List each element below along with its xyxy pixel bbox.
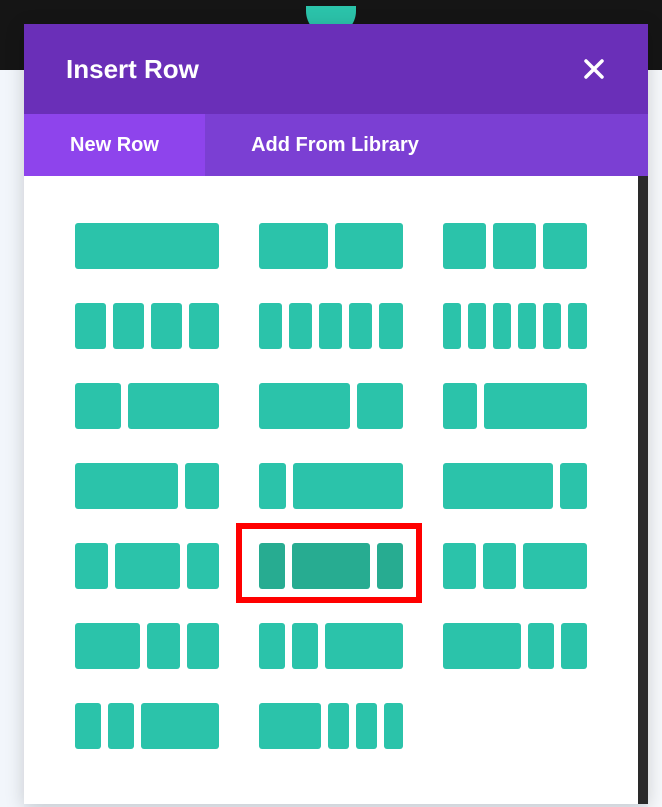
layout-column-block	[259, 463, 286, 509]
row-layout-option[interactable]	[75, 623, 219, 669]
row-layout-option[interactable]	[443, 543, 587, 589]
row-layout-option[interactable]	[259, 223, 403, 269]
layout-column-block	[75, 703, 101, 749]
layout-column-block	[384, 703, 403, 749]
layout-column-block	[259, 303, 282, 349]
layout-column-block	[75, 223, 219, 269]
layout-column-block	[289, 303, 312, 349]
row-layout-option[interactable]	[443, 623, 587, 669]
layout-column-block	[259, 383, 350, 429]
row-layout-option[interactable]	[443, 383, 587, 429]
modal-tabs: New Row Add From Library	[24, 114, 648, 176]
layout-column-block	[543, 303, 561, 349]
layout-column-block	[468, 303, 486, 349]
layout-column-block	[443, 543, 476, 589]
layout-column-block	[128, 383, 219, 429]
layout-column-block	[147, 623, 180, 669]
layout-column-block	[443, 623, 521, 669]
close-icon[interactable]	[580, 55, 608, 83]
layout-column-block	[493, 303, 511, 349]
selection-highlight	[236, 523, 422, 603]
layout-column-block	[561, 623, 587, 669]
layout-column-block	[443, 383, 477, 429]
layout-column-block	[141, 703, 219, 749]
layout-column-block	[293, 463, 403, 509]
layout-grid	[24, 176, 648, 804]
layout-column-block	[259, 703, 321, 749]
tab-new-row[interactable]: New Row	[24, 114, 205, 176]
row-layout-option[interactable]	[75, 383, 219, 429]
row-layout-option[interactable]	[75, 543, 219, 589]
modal-header: Insert Row	[24, 24, 648, 114]
layout-column-block	[75, 303, 106, 349]
layout-column-block	[259, 623, 285, 669]
layout-column-block	[259, 223, 328, 269]
layout-column-block	[493, 223, 536, 269]
layout-column-block	[75, 463, 178, 509]
row-layout-option[interactable]	[75, 223, 219, 269]
row-layout-option[interactable]	[443, 463, 587, 509]
page-background-right	[648, 70, 662, 807]
layout-column-block	[357, 383, 403, 429]
row-layout-option[interactable]	[259, 463, 403, 509]
layout-column-block	[523, 543, 587, 589]
layout-column-block	[75, 543, 108, 589]
row-layout-option[interactable]	[75, 303, 219, 349]
row-layout-option[interactable]	[75, 463, 219, 509]
layout-column-block	[335, 223, 403, 269]
layout-column-block	[560, 463, 587, 509]
page-background-left	[0, 70, 24, 807]
layout-column-block	[528, 623, 554, 669]
layout-column-block	[443, 303, 461, 349]
layout-column-block	[75, 623, 140, 669]
layout-column-block	[568, 303, 587, 349]
row-layout-option[interactable]	[259, 703, 403, 749]
layout-column-block	[187, 543, 219, 589]
layout-column-block	[379, 303, 403, 349]
layout-column-block	[484, 383, 587, 429]
layout-column-block	[113, 303, 144, 349]
layout-column-block	[115, 543, 180, 589]
layout-column-block	[189, 303, 219, 349]
layout-column-block	[328, 703, 349, 749]
tab-add-from-library[interactable]: Add From Library	[205, 114, 465, 176]
row-layout-option[interactable]	[75, 703, 219, 749]
layout-column-block	[75, 383, 121, 429]
layout-column-block	[443, 463, 553, 509]
layout-column-block	[151, 303, 182, 349]
layout-column-block	[349, 303, 372, 349]
layout-column-block	[325, 623, 403, 669]
modal-title: Insert Row	[66, 54, 199, 84]
layout-column-block	[187, 623, 219, 669]
row-layout-option[interactable]	[443, 303, 587, 349]
scrollbar[interactable]	[638, 176, 648, 804]
layout-column-block	[108, 703, 134, 749]
layout-column-block	[356, 703, 377, 749]
layout-column-block	[518, 303, 536, 349]
layout-column-block	[483, 543, 516, 589]
row-layout-option[interactable]	[259, 623, 403, 669]
layout-column-block	[443, 223, 486, 269]
row-layout-option[interactable]	[259, 383, 403, 429]
row-layout-option[interactable]	[443, 223, 587, 269]
layout-column-block	[185, 463, 219, 509]
row-layout-option[interactable]	[259, 303, 403, 349]
insert-row-modal: Insert Row New Row Add From Library	[24, 24, 648, 804]
layout-column-block	[319, 303, 342, 349]
layout-column-block	[292, 623, 318, 669]
layout-column-block	[543, 223, 587, 269]
